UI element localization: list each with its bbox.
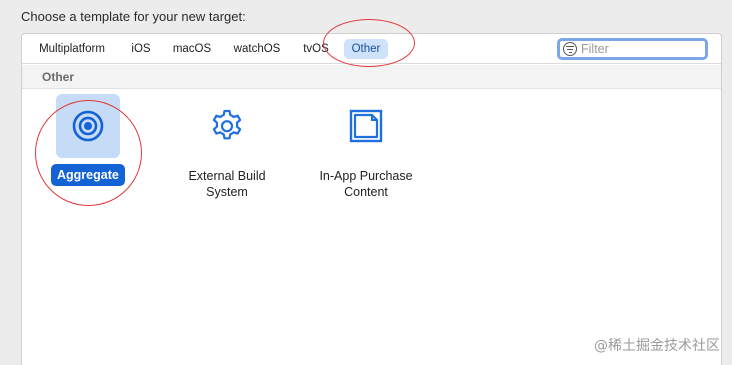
filter-field[interactable] bbox=[557, 38, 708, 60]
template-label: Aggregate bbox=[51, 164, 125, 186]
dialog-heading: Choose a template for your new target: bbox=[21, 9, 246, 24]
template-label-line: System bbox=[206, 185, 248, 199]
template-grid: Aggregate External Build System In-App P… bbox=[22, 90, 721, 365]
template-aggregate[interactable]: Aggregate bbox=[28, 94, 148, 224]
aggregate-target-icon bbox=[56, 94, 120, 158]
section-header: Other bbox=[22, 65, 721, 89]
filter-input[interactable] bbox=[581, 42, 701, 56]
template-label-line: In-App Purchase bbox=[319, 169, 413, 183]
tab-multiplatform[interactable]: Multiplatform bbox=[32, 39, 112, 59]
gear-icon bbox=[195, 94, 259, 158]
target-template-window: Choose a template for your new target: M… bbox=[0, 0, 732, 365]
in-app-purchase-icon bbox=[334, 94, 398, 158]
tab-watchos[interactable]: watchOS bbox=[229, 39, 285, 59]
template-label: In-App Purchase Content bbox=[306, 168, 426, 200]
filter-icon bbox=[563, 42, 577, 56]
template-in-app-purchase-content[interactable]: In-App Purchase Content bbox=[306, 94, 426, 224]
tab-other[interactable]: Other bbox=[344, 39, 388, 59]
section-title: Other bbox=[42, 70, 75, 84]
tab-tvos[interactable]: tvOS bbox=[298, 39, 334, 59]
template-label-line: External Build bbox=[188, 169, 266, 183]
template-external-build-system[interactable]: External Build System bbox=[167, 94, 287, 224]
template-label-line: Content bbox=[344, 185, 388, 199]
template-label: External Build System bbox=[167, 168, 287, 200]
watermark: @稀土掘金技术社区 bbox=[594, 338, 720, 354]
tab-macos[interactable]: macOS bbox=[168, 39, 216, 59]
platform-tab-bar: Multiplatform iOS macOS watchOS tvOS Oth… bbox=[22, 34, 721, 64]
template-panel: Multiplatform iOS macOS watchOS tvOS Oth… bbox=[21, 33, 722, 365]
tab-ios[interactable]: iOS bbox=[126, 39, 156, 59]
